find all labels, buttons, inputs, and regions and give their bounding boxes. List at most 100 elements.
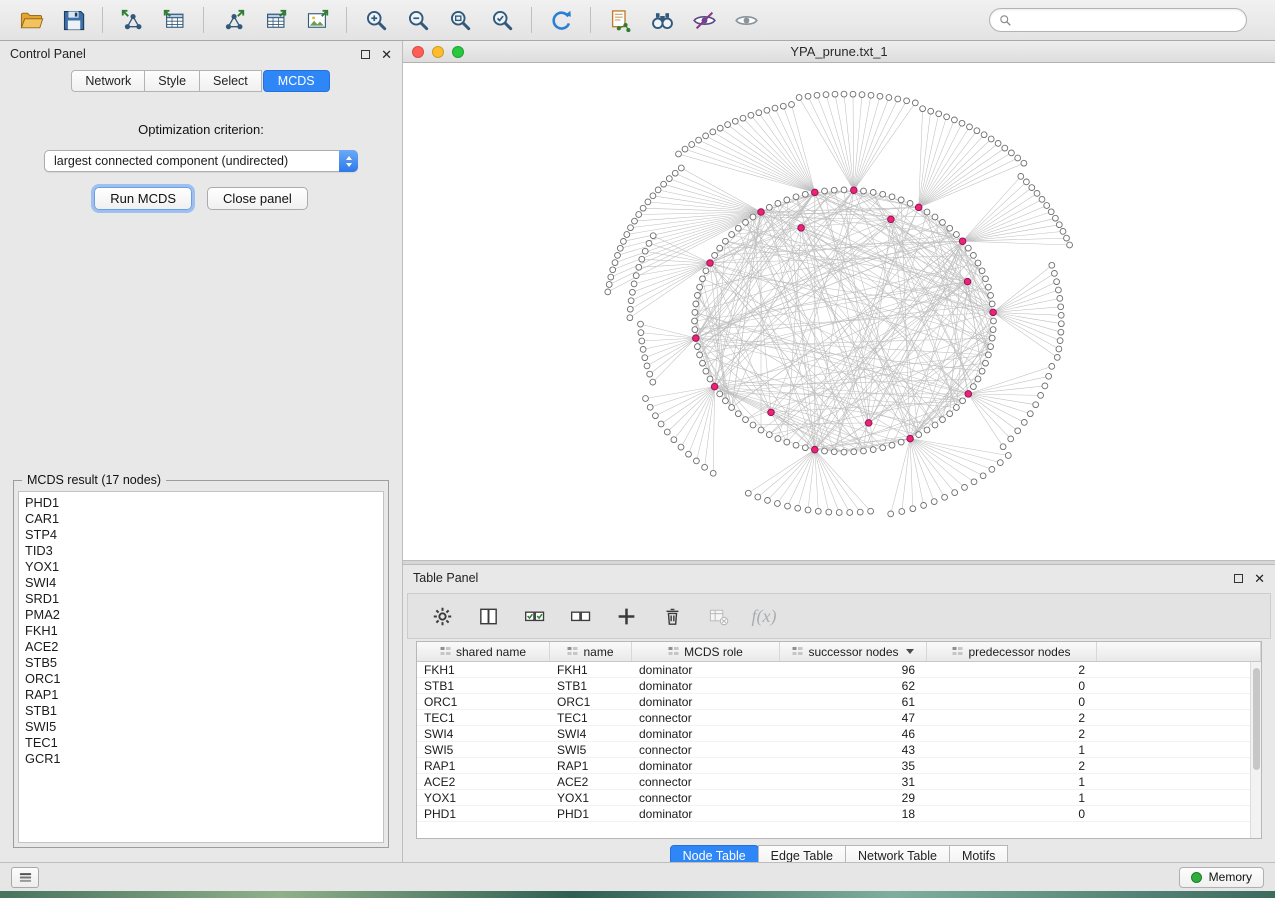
column-header-shared-name[interactable]: shared name	[417, 642, 550, 661]
mcds-result-item[interactable]: PHD1	[25, 495, 377, 511]
cell-predecessors: 1	[927, 775, 1097, 789]
cell-predecessors: 0	[927, 695, 1097, 709]
mcds-result-item[interactable]: FKH1	[25, 623, 377, 639]
table-row[interactable]: PHD1PHD1dominator180	[417, 806, 1250, 822]
save-session-button[interactable]	[55, 4, 91, 36]
mcds-result-item[interactable]: RAP1	[25, 687, 377, 703]
table-row[interactable]: STB1STB1dominator620	[417, 678, 1250, 694]
node-table-header: shared name name MCDS role successo	[417, 642, 1261, 662]
table-row[interactable]: SWI4SWI4dominator462	[417, 726, 1250, 742]
column-header-predecessor-nodes[interactable]: predecessor nodes	[927, 642, 1097, 661]
table-scrollbar[interactable]	[1250, 662, 1261, 838]
delete-column-button[interactable]	[656, 599, 688, 633]
tab-style[interactable]: Style	[144, 70, 200, 92]
hide-details-button[interactable]	[686, 4, 722, 36]
export-image-button[interactable]	[299, 4, 335, 36]
maximize-window-icon[interactable]	[452, 46, 464, 58]
dropdown-stepper-icon	[339, 150, 358, 172]
mcds-result-item[interactable]: CAR1	[25, 511, 377, 527]
export-table-button[interactable]	[257, 4, 293, 36]
mcds-result-item[interactable]: TEC1	[25, 735, 377, 751]
show-details-button[interactable]	[728, 4, 764, 36]
table-row[interactable]: SWI5SWI5connector431	[417, 742, 1250, 758]
table-panel-header: Table Panel ✕	[403, 565, 1275, 591]
table-scrollbar-thumb[interactable]	[1253, 668, 1260, 770]
apply-layout-button[interactable]	[543, 4, 579, 36]
run-mcds-button[interactable]: Run MCDS	[94, 187, 192, 210]
mcds-result-item[interactable]: TID3	[25, 543, 377, 559]
memory-button[interactable]: Memory	[1179, 867, 1264, 888]
cell-successors: 47	[780, 711, 927, 725]
mcds-result-item[interactable]: STB5	[25, 655, 377, 671]
float-panel-icon[interactable]	[361, 50, 370, 59]
tab-network[interactable]: Network	[71, 70, 145, 92]
column-selector-button[interactable]	[472, 599, 504, 633]
mcds-result-item[interactable]: SWI4	[25, 575, 377, 591]
find-button[interactable]	[644, 4, 680, 36]
cell-name: TEC1	[550, 711, 632, 725]
column-header-successor-nodes[interactable]: successor nodes	[780, 642, 927, 661]
network-view[interactable]	[403, 63, 1275, 560]
import-table-button[interactable]	[156, 4, 192, 36]
cell-name: FKH1	[550, 663, 632, 677]
cell-name: SWI4	[550, 727, 632, 741]
column-header-mcds-role[interactable]: MCDS role	[632, 642, 780, 661]
tab-mcds[interactable]: MCDS	[263, 70, 330, 92]
open-session-button[interactable]	[13, 4, 49, 36]
column-type-icon	[952, 646, 963, 657]
search-input[interactable]	[1018, 13, 1238, 27]
cell-name: STB1	[550, 679, 632, 693]
cell-shared-name: PHD1	[417, 807, 550, 821]
mcds-result-item[interactable]: PMA2	[25, 607, 377, 623]
zoom-in-button[interactable]	[358, 4, 394, 36]
mcds-result-item[interactable]: STP4	[25, 527, 377, 543]
optimization-criterion-select[interactable]: largest connected component (undirected)	[44, 150, 358, 172]
add-column-button[interactable]	[610, 599, 642, 633]
table-row[interactable]: RAP1RAP1dominator352	[417, 758, 1250, 774]
cell-successors: 31	[780, 775, 927, 789]
cell-role: dominator	[632, 663, 780, 677]
sort-descending-icon[interactable]	[906, 649, 914, 654]
mcds-result-item[interactable]: STB1	[25, 703, 377, 719]
close-panel-button[interactable]: Close panel	[207, 187, 308, 210]
settings-gear-button[interactable]	[426, 599, 458, 633]
panel-menu-button[interactable]	[11, 867, 39, 888]
zoom-fit-button[interactable]	[442, 4, 478, 36]
mcds-result-item[interactable]: GCR1	[25, 751, 377, 767]
mcds-result-title: MCDS result (17 nodes)	[22, 473, 166, 487]
network-canvas[interactable]	[403, 63, 1271, 560]
deselect-all-button[interactable]	[564, 599, 596, 633]
network-window-titlebar[interactable]: YPA_prune.txt_1	[403, 41, 1275, 63]
table-row[interactable]: ACE2ACE2connector311	[417, 774, 1250, 790]
column-header-name[interactable]: name	[550, 642, 632, 661]
mcds-result-item[interactable]: ORC1	[25, 671, 377, 687]
mcds-result-item[interactable]: SWI5	[25, 719, 377, 735]
main-toolbar	[0, 0, 1275, 41]
export-network-button[interactable]	[215, 4, 251, 36]
cell-predecessors: 2	[927, 727, 1097, 741]
zoom-selected-button[interactable]	[484, 4, 520, 36]
table-row[interactable]: FKH1FKH1dominator962	[417, 662, 1250, 678]
mcds-tab-content: Optimization criterion: largest connecte…	[0, 92, 402, 862]
close-table-panel-icon[interactable]: ✕	[1254, 574, 1265, 583]
zoom-out-button[interactable]	[400, 4, 436, 36]
import-network-button[interactable]	[114, 4, 150, 36]
table-row[interactable]: TEC1TEC1connector472	[417, 710, 1250, 726]
table-row[interactable]: ORC1ORC1dominator610	[417, 694, 1250, 710]
mcds-result-item[interactable]: SRD1	[25, 591, 377, 607]
table-row[interactable]: YOX1YOX1connector291	[417, 790, 1250, 806]
mcds-result-item[interactable]: ACE2	[25, 639, 377, 655]
tab-select[interactable]: Select	[199, 70, 262, 92]
export-web-button[interactable]	[602, 4, 638, 36]
select-all-button[interactable]	[518, 599, 550, 633]
minimize-window-icon[interactable]	[432, 46, 444, 58]
float-table-panel-icon[interactable]	[1234, 574, 1243, 583]
cell-shared-name: ORC1	[417, 695, 550, 709]
status-bar: Memory	[0, 862, 1275, 891]
dropdown-selected-value: largest connected component (undirected)	[45, 154, 339, 168]
mcds-result-list[interactable]: PHD1CAR1STP4TID3YOX1SWI4SRD1PMA2FKH1ACE2…	[18, 491, 384, 843]
close-window-icon[interactable]	[412, 46, 424, 58]
close-panel-icon[interactable]: ✕	[381, 50, 392, 59]
deselect-all-icon	[569, 605, 592, 628]
mcds-result-item[interactable]: YOX1	[25, 559, 377, 575]
